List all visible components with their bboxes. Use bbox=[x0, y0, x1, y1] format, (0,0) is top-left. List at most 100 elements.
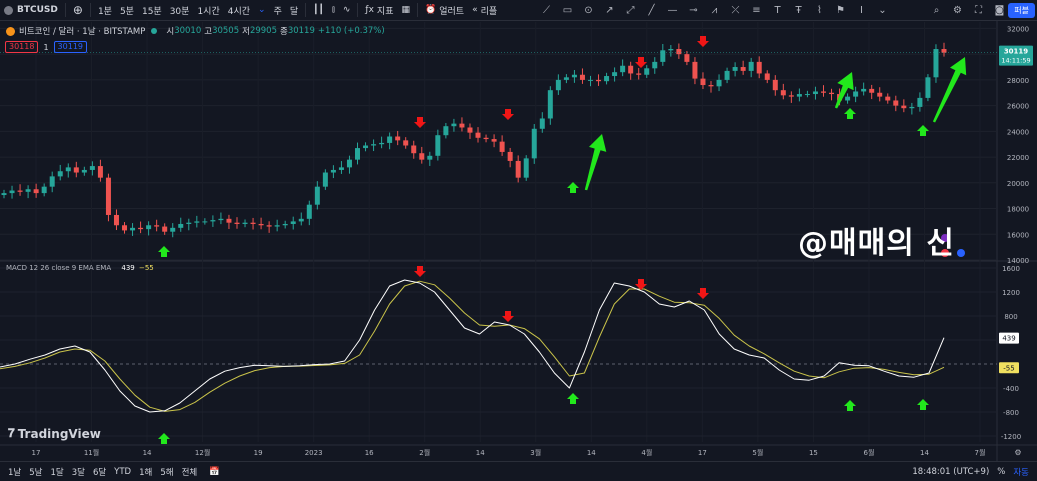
range-1y[interactable]: 1해 bbox=[135, 466, 156, 478]
candle-body bbox=[274, 225, 280, 227]
candle-body bbox=[459, 123, 465, 128]
candle-body bbox=[812, 91, 818, 95]
price-tick-label: 22000 bbox=[1007, 154, 1029, 162]
candle-body bbox=[499, 141, 505, 152]
candle-body bbox=[861, 88, 867, 92]
time-tick-label: 17 bbox=[698, 449, 707, 457]
price-tick-label: 32000 bbox=[1007, 25, 1029, 33]
macd-tick-label: 800 bbox=[1004, 313, 1017, 321]
candle-body bbox=[563, 77, 569, 80]
candle-body bbox=[290, 221, 296, 224]
range-5y[interactable]: 5해 bbox=[156, 466, 177, 478]
macd-legend: MACD 12 26 close 9 EMA EMA 439 −55 bbox=[6, 264, 154, 272]
range-3m[interactable]: 3달 bbox=[68, 466, 89, 478]
candle-body bbox=[170, 227, 176, 232]
trend-up-arrow-icon bbox=[584, 134, 607, 191]
candle-body bbox=[933, 49, 939, 78]
candle-body bbox=[41, 186, 47, 194]
macd-legend-value: 439 bbox=[121, 264, 135, 272]
candle-body bbox=[869, 88, 875, 93]
down-arrow-icon bbox=[697, 288, 709, 299]
scale-settings-icon: ⚙ bbox=[1014, 448, 1021, 457]
candle-body bbox=[113, 214, 119, 226]
candle-body bbox=[491, 139, 497, 142]
candle-body bbox=[306, 204, 312, 219]
time-tick-label: 2월 bbox=[419, 448, 430, 457]
macd-tick-label: -1200 bbox=[1001, 433, 1021, 441]
candle-body bbox=[89, 166, 95, 170]
candle-body bbox=[258, 223, 264, 226]
range-ytd[interactable]: YTD bbox=[110, 467, 135, 477]
down-arrow-icon bbox=[635, 279, 647, 290]
buy-button[interactable]: 30119 bbox=[53, 41, 87, 53]
price-tick-label: 26000 bbox=[1007, 103, 1029, 111]
candle-body bbox=[483, 137, 489, 140]
time-tick-label: 14 bbox=[920, 449, 929, 457]
up-arrow-icon bbox=[567, 182, 579, 193]
candle-body bbox=[146, 225, 152, 230]
candle-body bbox=[403, 140, 409, 146]
price-tick-label: 14000 bbox=[1007, 257, 1029, 265]
range-6m[interactable]: 6달 bbox=[89, 466, 110, 478]
candle-body bbox=[636, 73, 642, 75]
candle-body bbox=[796, 94, 802, 97]
up-arrow-icon bbox=[844, 108, 856, 119]
candle-body bbox=[250, 222, 256, 224]
sell-button[interactable]: 30118 bbox=[5, 41, 39, 53]
candle-body bbox=[740, 67, 746, 71]
candle-body bbox=[451, 123, 457, 127]
trade-buttons: 30118 1 30119 bbox=[5, 41, 87, 53]
low-value: 29905 bbox=[249, 26, 277, 36]
percent-toggle[interactable]: % bbox=[993, 467, 1009, 477]
clock-label[interactable]: 18:48:01 (UTC+9) bbox=[908, 467, 993, 477]
time-tick-label: 14 bbox=[476, 449, 485, 457]
macd-tick-label: -400 bbox=[1003, 385, 1019, 393]
price-legend: 비트코인 / 달러 · 1날 · BITSTAMP 시 30010 고 3050… bbox=[6, 25, 385, 37]
candle-body bbox=[708, 85, 714, 87]
tradingview-logo-icon: 𝟕 bbox=[8, 426, 15, 440]
bottom-right-controls: 18:48:01 (UTC+9) % 자동 bbox=[908, 462, 1033, 481]
candle-body bbox=[772, 79, 778, 91]
price-tick-label: 24000 bbox=[1007, 128, 1029, 136]
candle-body bbox=[162, 226, 168, 232]
candle-body bbox=[186, 222, 192, 224]
candle-body bbox=[154, 225, 160, 227]
countdown-label: 14:11:59 bbox=[1001, 57, 1030, 65]
candle-body bbox=[901, 105, 907, 109]
candle-body bbox=[73, 167, 79, 173]
macd-legend-label: MACD 12 26 close 9 EMA EMA bbox=[6, 264, 112, 272]
time-tick-label: 12월 bbox=[195, 448, 210, 457]
range-1d[interactable]: 1날 bbox=[4, 466, 25, 478]
date-range-icon[interactable]: 📅 bbox=[205, 467, 224, 477]
range-1m[interactable]: 1달 bbox=[46, 466, 67, 478]
signal-line bbox=[0, 280, 945, 412]
candle-body bbox=[395, 136, 401, 141]
candle-body bbox=[515, 160, 521, 178]
auto-toggle[interactable]: 자동 bbox=[1009, 466, 1033, 478]
candle-body bbox=[130, 227, 136, 231]
time-tick-label: 2023 bbox=[305, 449, 323, 457]
up-arrow-icon bbox=[158, 433, 170, 444]
candle-body bbox=[65, 167, 71, 172]
candle-body bbox=[644, 68, 650, 75]
candle-body bbox=[579, 74, 585, 80]
candle-body bbox=[266, 225, 272, 227]
range-all[interactable]: 전체 bbox=[178, 466, 202, 478]
candle-body bbox=[668, 49, 674, 51]
candle-body bbox=[684, 54, 690, 62]
candle-body bbox=[338, 167, 344, 170]
candle-body bbox=[435, 135, 441, 156]
candle-body bbox=[25, 189, 31, 192]
candle-body bbox=[202, 221, 208, 223]
open-value: 30010 bbox=[174, 26, 202, 36]
macd-tick-label: 1600 bbox=[1002, 265, 1020, 273]
candle-body bbox=[877, 92, 883, 97]
macd-tick-label: -800 bbox=[1003, 409, 1019, 417]
down-arrow-icon bbox=[635, 57, 647, 68]
high-label: 고 bbox=[204, 27, 213, 37]
range-5d[interactable]: 5날 bbox=[25, 466, 46, 478]
candle-body bbox=[49, 176, 55, 187]
tradingview-logo[interactable]: 𝟕 TradingView bbox=[8, 426, 101, 441]
candle-body bbox=[371, 144, 377, 146]
candle-body bbox=[234, 222, 240, 224]
